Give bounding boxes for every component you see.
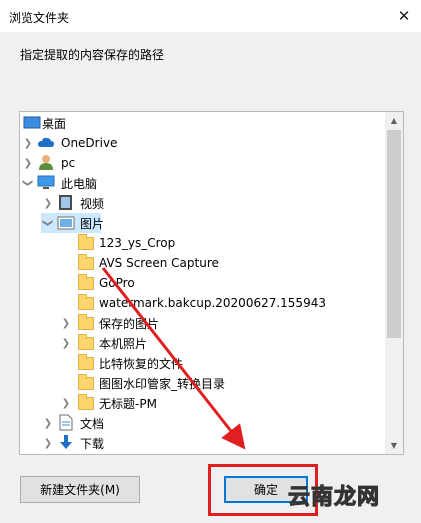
folder-icon — [77, 234, 95, 251]
tree-item-label: 视频 — [80, 196, 105, 211]
folder-icon — [77, 374, 95, 391]
tree-item-pc[interactable]: ❯ pc — [20, 153, 385, 173]
chevron-right-icon[interactable]: ❯ — [43, 196, 53, 210]
folder-icon — [77, 354, 95, 371]
folder-icon — [77, 294, 95, 311]
new-folder-button[interactable]: 新建文件夹(M) — [20, 476, 140, 503]
tree-item-this-pc[interactable]: ❯ 此电脑 — [20, 173, 385, 193]
tree-item-label: 比特恢复的文件 — [99, 356, 184, 371]
tree-item-folder[interactable]: watermark.bakcup.20200627.155943 — [20, 293, 385, 313]
folder-icon — [77, 334, 95, 351]
tree-item-label: GoPro — [99, 276, 135, 290]
tree-item-folder[interactable]: ❯ 无标题-PM — [20, 393, 385, 413]
chevron-right-icon[interactable]: ❯ — [61, 336, 71, 350]
tree-item-label: watermark.bakcup.20200627.155943 — [99, 296, 326, 310]
tree-item-folder[interactable]: 比特恢复的文件 — [20, 353, 385, 373]
folder-icon — [77, 254, 95, 271]
watermark-text: 云南龙网 — [287, 485, 381, 511]
tree-item-label: 此电脑 — [61, 176, 98, 191]
download-icon — [57, 434, 75, 450]
tree-item-onedrive[interactable]: ❯ OneDrive — [20, 133, 385, 153]
vertical-scrollbar[interactable]: ▲ ▼ — [385, 112, 403, 454]
window-title: 浏览文件夹 — [9, 11, 70, 25]
tree-item-label: OneDrive — [61, 136, 118, 150]
chevron-right-icon[interactable]: ❯ — [61, 316, 71, 330]
computer-icon — [37, 175, 55, 191]
tree-item-label: 无标题-PM — [99, 396, 157, 411]
close-icon[interactable]: ✕ — [387, 0, 421, 32]
tree-item-folder[interactable]: AVS Screen Capture — [20, 253, 385, 273]
tree-item-label: 123_ys_Crop — [99, 236, 176, 250]
tree-item-documents[interactable]: ❯ 文档 — [20, 413, 385, 433]
documents-icon — [57, 414, 75, 431]
folder-tree[interactable]: 桌面 ❯ OneDrive ❯ pc ❯ 此电脑 ❯ 视频 ❯ 图片 123_y… — [20, 112, 385, 454]
folder-tree-box[interactable]: 桌面 ❯ OneDrive ❯ pc ❯ 此电脑 ❯ 视频 ❯ 图片 123_y… — [19, 111, 404, 455]
tree-item-videos[interactable]: ❯ 视频 — [20, 193, 385, 213]
tree-item-folder[interactable]: ❯ 保存的图片 — [20, 313, 385, 333]
tree-item-folder[interactable]: 图图水印管家_转换目录 — [20, 373, 385, 393]
title-bar: 浏览文件夹 ✕ — [0, 0, 421, 34]
tree-item-label: 本机照片 — [99, 336, 148, 351]
chevron-down-icon[interactable]: ❯ — [41, 218, 55, 228]
user-icon — [37, 154, 55, 170]
tree-item-label: pc — [61, 156, 76, 170]
tree-item-label: 文档 — [80, 416, 105, 431]
prompt-text: 指定提取的内容保存的路径 — [20, 48, 165, 62]
chevron-right-icon[interactable]: ❯ — [23, 136, 33, 150]
scroll-up-icon[interactable]: ▲ — [385, 112, 403, 129]
chevron-right-icon[interactable]: ❯ — [43, 436, 53, 450]
scrollbar-thumb[interactable] — [387, 130, 401, 338]
tree-item-label: AVS Screen Capture — [99, 256, 219, 270]
chevron-right-icon[interactable]: ❯ — [61, 396, 71, 410]
pictures-folder-icon — [57, 215, 75, 231]
video-folder-icon — [57, 194, 75, 210]
tree-item-folder[interactable]: ❯ 本机照片 — [20, 333, 385, 353]
tree-item-label: 桌面 — [42, 116, 67, 131]
folder-icon — [77, 274, 95, 291]
tree-item-folder[interactable]: 123_ys_Crop — [20, 233, 385, 253]
chevron-down-icon[interactable]: ❯ — [21, 178, 35, 188]
cloud-icon — [37, 135, 55, 151]
chevron-right-icon[interactable]: ❯ — [23, 156, 33, 170]
tree-item-desktop[interactable]: 桌面 — [20, 113, 385, 133]
folder-icon — [77, 314, 95, 331]
chevron-right-icon[interactable]: ❯ — [43, 416, 53, 430]
tree-item-label: 保存的图片 — [99, 316, 160, 331]
tree-item-label: 图片 — [80, 216, 105, 231]
tree-item-label: 图图水印管家_转换目录 — [99, 376, 226, 391]
desktop-icon — [23, 115, 41, 131]
tree-item-folder[interactable]: GoPro — [20, 273, 385, 293]
tree-item-label: 下载 — [80, 436, 105, 451]
folder-icon — [77, 394, 95, 411]
scroll-down-icon[interactable]: ▼ — [385, 437, 403, 454]
tree-item-downloads[interactable]: ❯ 下载 — [20, 433, 385, 453]
tree-item-pictures[interactable]: ❯ 图片 — [41, 213, 105, 233]
